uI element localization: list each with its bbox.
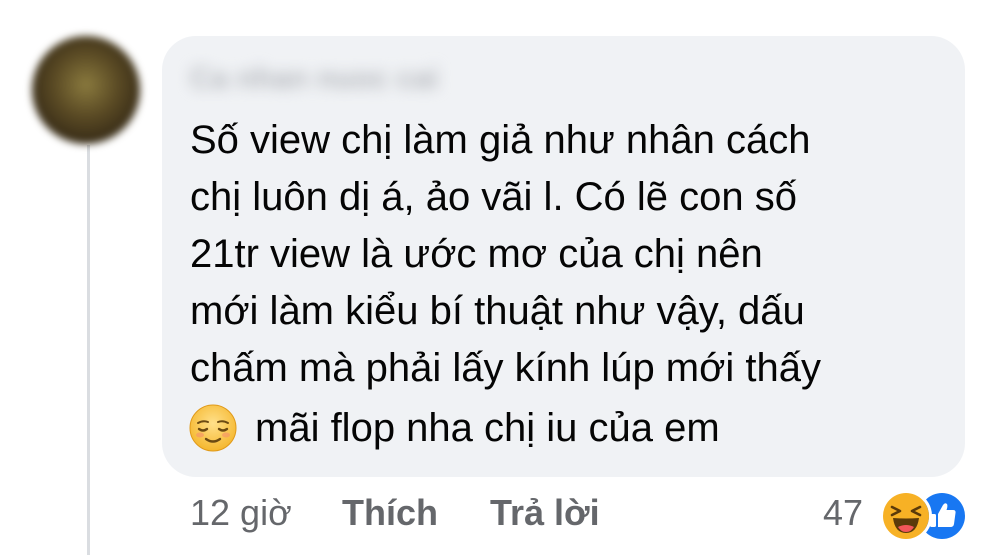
comment-timestamp[interactable]: 12 giờ bbox=[190, 488, 292, 538]
comment-text-line: mãi flop nha chị iu của em bbox=[255, 406, 720, 450]
author-name[interactable]: Ca nhan nuoc cai bbox=[190, 62, 438, 96]
comment-text: Số view chị làm giả như nhân cách chị lu… bbox=[190, 112, 950, 397]
comment-text-line: mới làm kiểu bí thuật như vậy, dấu bbox=[190, 289, 805, 333]
avatar[interactable] bbox=[32, 36, 140, 144]
comment-text-line: chấm mà phải lấy kính lúp mới thấy bbox=[190, 346, 821, 390]
comment-text-line: Số view chị làm giả như nhân cách bbox=[190, 118, 811, 162]
comment-text-line: 21tr view là ước mơ của chị nên bbox=[190, 232, 763, 276]
reply-button[interactable]: Trả lời bbox=[490, 488, 600, 538]
reactions-summary[interactable] bbox=[880, 490, 990, 542]
reaction-count[interactable]: 47 bbox=[823, 488, 863, 538]
comment-text-line: chị luôn dị á, ảo vãi l. Có lẽ con số bbox=[190, 175, 798, 219]
like-button[interactable]: Thích bbox=[342, 488, 438, 538]
relieved-face-emoji bbox=[189, 404, 237, 452]
thread-line bbox=[87, 145, 90, 555]
haha-reaction-icon bbox=[880, 490, 932, 542]
